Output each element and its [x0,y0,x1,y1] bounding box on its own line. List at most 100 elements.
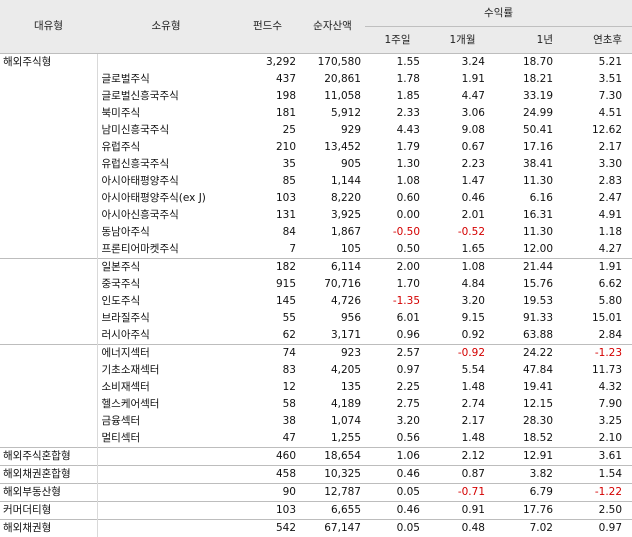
table-row[interactable]: 해외채권혼합형 458 10,325 0.46 0.87 3.82 1.54 [0,465,632,484]
major-type-cell [0,293,97,310]
fund-count-cell: 181 [275,107,296,119]
return-1y-cell: 47.84 [522,364,553,376]
net-assets-cell: 20,861 [324,73,361,85]
return-1m-cell: 9.08 [461,124,485,136]
major-type-cell [0,344,97,362]
table-row[interactable]: 러시아주식 62 3,171 0.96 0.92 63.88 2.84 [0,327,632,345]
return-ytd-cell: 2.17 [598,141,623,153]
net-assets-cell: 70,716 [324,278,361,290]
fund-count-cell: 437 [275,73,296,85]
table-row[interactable]: 해외채권형 542 67,147 0.05 0.48 7.02 0.97 [0,519,632,537]
return-1w-cell: 1.85 [396,90,420,102]
return-1m-cell: 3.06 [461,107,485,119]
table-row[interactable]: 일본주식 182 6,114 2.00 1.08 21.44 1.91 [0,258,632,276]
return-ytd-cell: 4.27 [598,243,623,255]
table-row[interactable]: 프론티어마켓주식 7 105 0.50 1.65 12.00 4.27 [0,241,632,259]
table-row[interactable]: 헬스케어섹터 58 4,189 2.75 2.74 12.15 7.90 [0,396,632,413]
minor-type-cell: 기초소재섹터 [96,362,235,379]
return-1y-cell: 18.52 [522,432,553,444]
return-1y-cell: 3.82 [495,465,563,484]
return-1y-cell: 16.31 [522,209,553,221]
return-1y-cell: 33.19 [522,90,553,102]
table-row[interactable]: 해외주식형 3,292 170,580 1.55 3.24 18.70 5.21 [0,53,632,71]
table-row[interactable]: 아시아태평양주식 85 1,144 1.08 1.47 11.30 2.83 [0,173,632,190]
fund-count-cell: 131 [275,209,296,221]
major-type-cell [0,241,97,259]
net-assets-cell: 6,114 [300,258,365,276]
return-ytd-cell: 2.50 [563,501,632,520]
minor-type-cell: 중국주식 [96,276,235,293]
table-row[interactable]: 아시아신흥국주식 131 3,925 0.00 2.01 16.31 4.91 [0,207,632,224]
minor-type-cell [96,501,235,520]
return-1w-cell: 0.46 [365,501,430,520]
header-net-assets[interactable]: 순자산액 [300,0,365,54]
table-row[interactable]: 북미주식 181 5,912 2.33 3.06 24.99 4.51 [0,105,632,122]
net-assets-cell: 3,171 [330,329,361,341]
table-row[interactable]: 유럽주식 210 13,452 1.79 0.67 17.16 2.17 [0,139,632,156]
table-row[interactable]: 브라질주식 55 956 6.01 9.15 91.33 15.01 [0,310,632,327]
table-row[interactable]: 글로벌신흥국주식 198 11,058 1.85 4.47 33.19 7.30 [0,88,632,105]
minor-type-cell: 북미주식 [96,105,235,122]
table-row[interactable]: 해외부동산형 90 12,787 0.05 -0.71 6.79 -1.22 [0,483,632,502]
major-type-cell [0,396,97,413]
minor-type-cell: 금융섹터 [96,413,235,430]
header-ret-ytd[interactable]: 연초후 [563,26,632,54]
fund-count-cell: 55 [282,312,296,324]
fund-count-cell: 58 [282,398,296,410]
table-row[interactable]: 멀티섹터 47 1,255 0.56 1.48 18.52 2.10 [0,430,632,448]
minor-type-cell: 인도주식 [96,293,235,310]
header-fund-count[interactable]: 펀드수 [235,0,300,54]
fund-count-cell: 458 [235,465,300,484]
header-ret-1y[interactable]: 1년 [495,26,563,54]
return-1w-cell: 2.33 [396,107,420,119]
return-1m-cell: 1.91 [461,73,485,85]
return-1m-cell: 2.17 [461,415,485,427]
return-1w-cell: 1.30 [396,158,420,170]
return-1m-cell: -0.92 [430,344,495,362]
table-row[interactable]: 중국주식 915 70,716 1.70 4.84 15.76 6.62 [0,276,632,293]
major-type-cell [0,207,97,224]
minor-type-cell: 남미신흥국주식 [96,122,235,139]
minor-type-cell [96,519,235,537]
major-type-cell [0,327,97,345]
header-ret-1w[interactable]: 1주일 [365,26,430,54]
return-ytd-cell: 2.47 [598,192,623,204]
return-1w-cell: 0.00 [396,209,420,221]
return-1y-cell: 18.21 [522,73,553,85]
header-minor-type[interactable]: 소유형 [97,0,235,54]
table-row[interactable]: 에너지섹터 74 923 2.57 -0.92 24.22 -1.23 [0,344,632,362]
table-row[interactable]: 글로벌주식 437 20,861 1.78 1.91 18.21 3.51 [0,71,632,88]
return-1w-cell: 2.57 [365,344,430,362]
table-row[interactable]: 금융섹터 38 1,074 3.20 2.17 28.30 3.25 [0,413,632,430]
minor-type-cell: 유럽주식 [96,139,235,156]
net-assets-cell: 12,787 [300,483,365,502]
table-row[interactable]: 남미신흥국주식 25 929 4.43 9.08 50.41 12.62 [0,122,632,139]
net-assets-cell: 8,220 [330,192,361,204]
table-row[interactable]: 커머더티형 103 6,655 0.46 0.91 17.76 2.50 [0,501,632,520]
net-assets-cell: 6,655 [300,501,365,520]
table-row[interactable]: 기초소재섹터 83 4,205 0.97 5.54 47.84 11.73 [0,362,632,379]
fund-count-cell: 83 [282,364,296,376]
return-ytd-cell: 11.73 [591,364,623,376]
return-1w-cell: -0.50 [392,226,420,238]
minor-type-cell: 에너지섹터 [96,344,235,362]
net-assets-cell: 4,726 [330,295,361,307]
fund-count-cell: 103 [275,192,296,204]
return-1w-cell: 2.75 [396,398,420,410]
major-type-cell [0,71,97,88]
fund-count-cell: 38 [282,415,296,427]
return-1m-cell: 4.84 [461,278,485,290]
header-major-type[interactable]: 대유형 [0,0,97,54]
minor-type-cell: 아시아태평양주식(ex J) [96,190,235,207]
return-1w-cell: 0.46 [365,465,430,484]
table-row[interactable]: 소비재섹터 12 135 2.25 1.48 19.41 4.32 [0,379,632,396]
return-1m-cell: 2.01 [461,209,485,221]
return-1m-cell: 1.48 [461,381,485,393]
table-row[interactable]: 해외주식혼합형 460 18,654 1.06 2.12 12.91 3.61 [0,447,632,466]
header-ret-1m[interactable]: 1개월 [430,26,495,54]
table-row[interactable]: 인도주식 145 4,726 -1.35 3.20 19.53 5.80 [0,293,632,310]
major-type-cell: 해외주식혼합형 [0,447,97,466]
table-row[interactable]: 동남아주식 84 1,867 -0.50 -0.52 11.30 1.18 [0,224,632,241]
table-row[interactable]: 아시아태평양주식(ex J) 103 8,220 0.60 0.46 6.16 2.47 [0,190,632,207]
table-row[interactable]: 유럽신흥국주식 35 905 1.30 2.23 38.41 3.30 [0,156,632,173]
